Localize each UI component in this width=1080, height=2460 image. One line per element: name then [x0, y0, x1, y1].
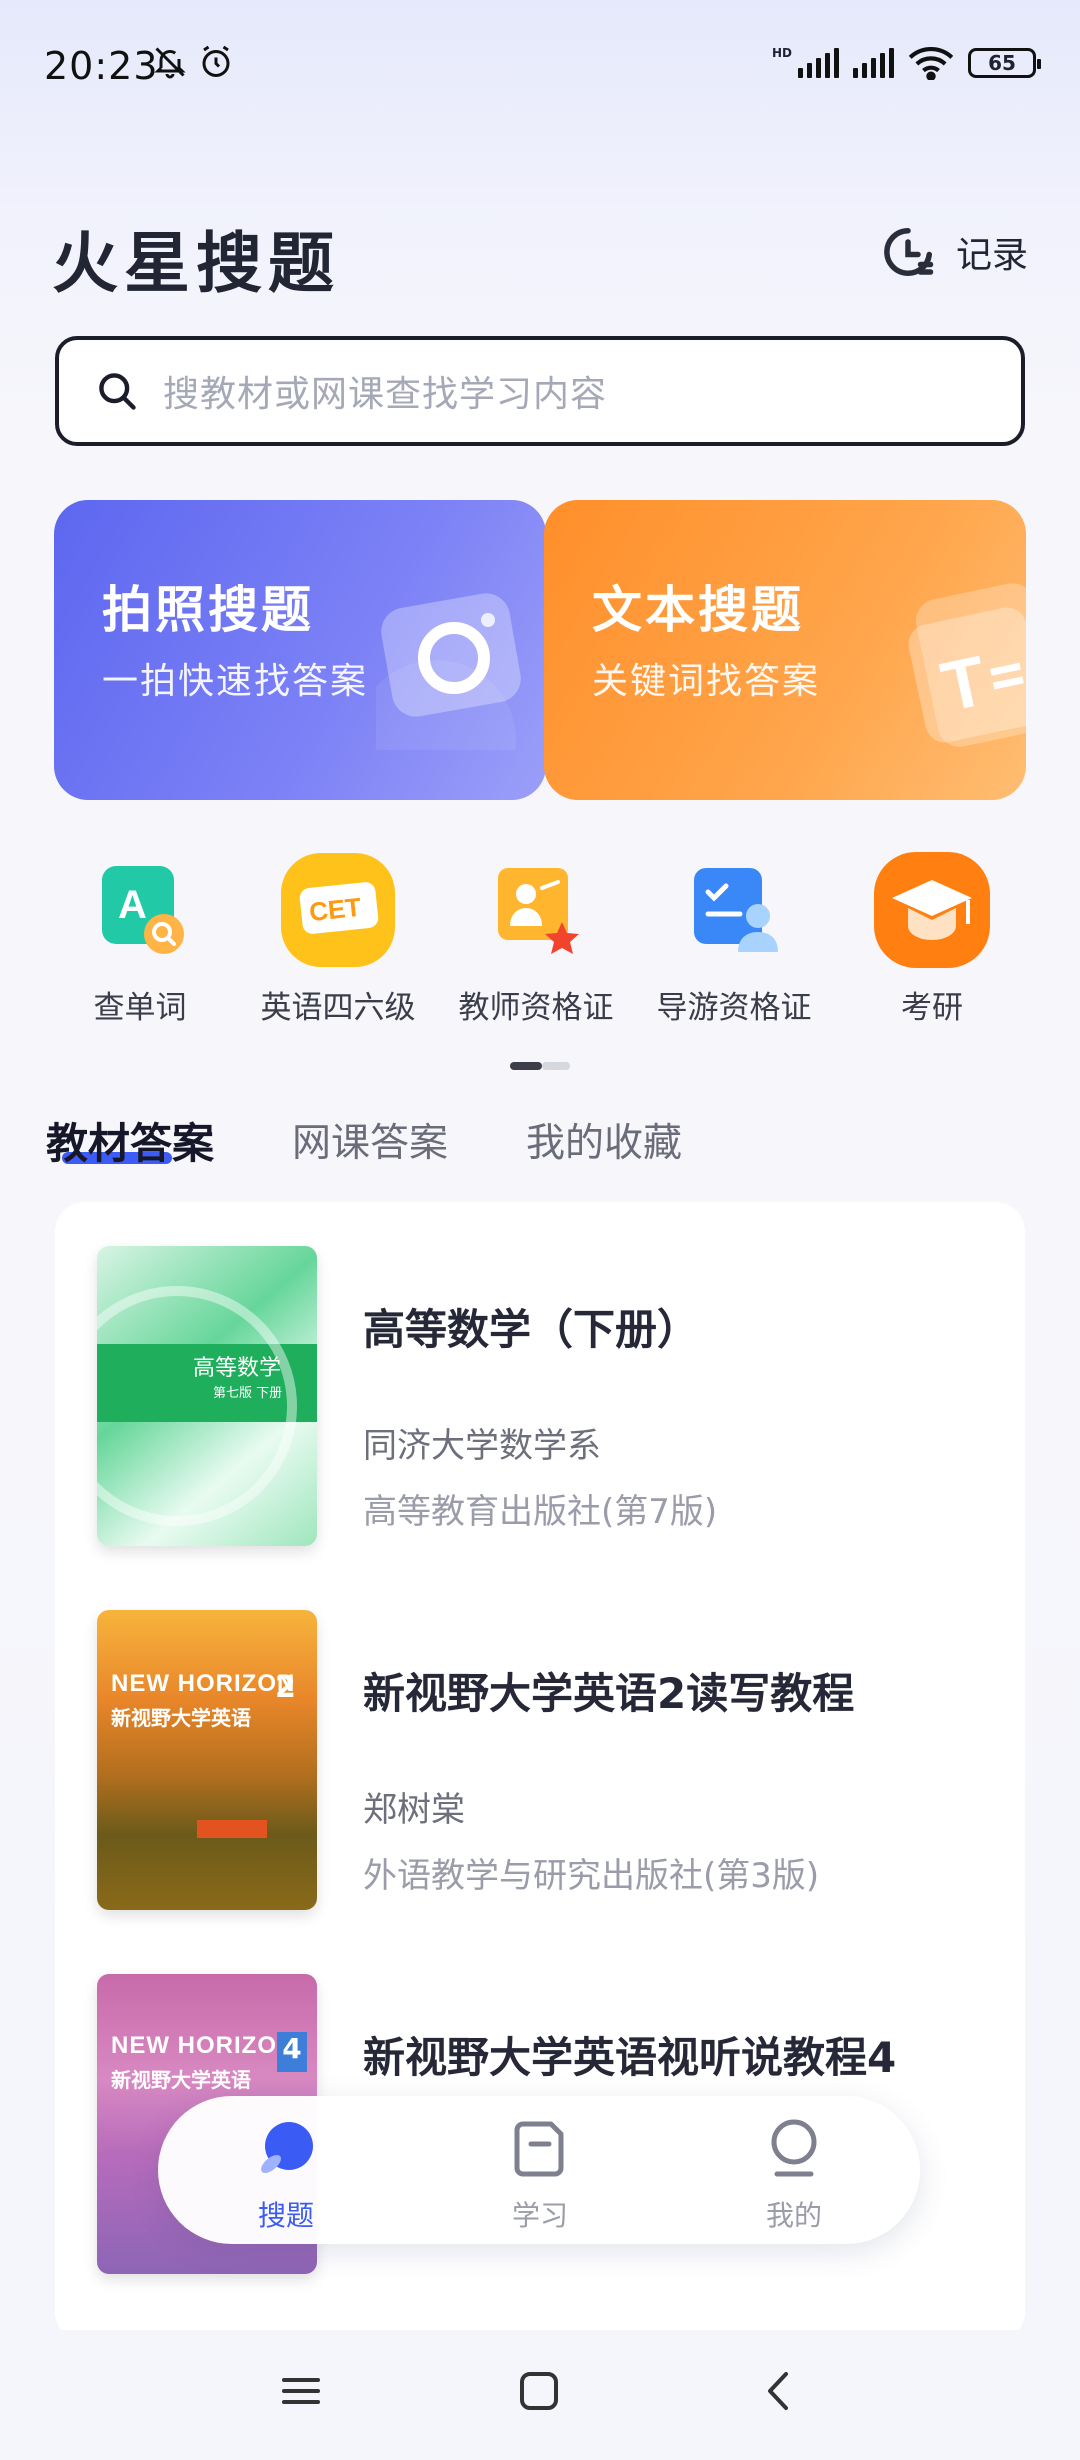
tab-label: 教材答案	[46, 1119, 215, 1168]
home-icon[interactable]	[514, 2366, 564, 2416]
cover-subtitle: 第七版 下册	[213, 1386, 283, 1401]
history-label: 记录	[955, 235, 1028, 276]
tab-label: 我的收藏	[526, 1121, 683, 1166]
pager-dot	[542, 1062, 570, 1070]
book-title: 高等数学（下册）	[363, 1305, 700, 1354]
search-icon	[99, 373, 136, 410]
bottom-tab-bar: 搜题 学习 我的	[158, 2096, 920, 2244]
signal-icon	[798, 48, 839, 78]
word-lookup-icon: A	[80, 850, 200, 970]
text-search-card[interactable]: 文本搜题 关键词找答案 T	[544, 500, 1026, 800]
tab-label: 我的	[765, 2199, 822, 2232]
text-folder-icon: T	[908, 583, 1026, 747]
pager-dot-active	[510, 1062, 542, 1070]
photo-search-subtitle: 一拍快速找答案	[102, 661, 369, 702]
book-author: 同济大学数学系	[363, 1426, 601, 1466]
cet-badge-text: CET	[308, 892, 363, 927]
graduate-cap-icon	[872, 850, 992, 970]
battery-icon: 65	[968, 48, 1041, 78]
shortcut-tour-guide-cert[interactable]: 导游资格证	[634, 850, 834, 1027]
tab-search[interactable]: 搜题	[206, 2114, 366, 2234]
shortcut-teacher-cert[interactable]: 教师资格证	[436, 850, 636, 1027]
cover-title: 高等数学	[193, 1356, 282, 1381]
signal-icon-2	[853, 48, 894, 78]
tab-label: 搜题	[257, 2199, 314, 2232]
app-title: 火星搜题	[52, 225, 340, 302]
back-icon[interactable]	[754, 2366, 804, 2416]
clock-history-icon	[884, 228, 934, 276]
shortcut-word-lookup[interactable]: A 查单词	[40, 850, 240, 1027]
photo-search-card[interactable]: 拍照搜题 一拍快速找答案	[54, 500, 546, 800]
cover-subtitle: 新视野大学英语	[111, 1706, 251, 1730]
menu-icon[interactable]	[276, 2366, 326, 2416]
book-author: 郑树棠	[363, 1790, 465, 1830]
shortcut-label: 英语四六级	[260, 990, 416, 1026]
search-tab-icon	[261, 2122, 313, 2173]
cet-icon: CET	[278, 850, 398, 970]
cover-title: NEW HORIZON	[111, 2032, 296, 2059]
photo-search-title: 拍照搜题	[102, 581, 314, 639]
history-button[interactable]: 记录	[878, 222, 1028, 282]
book-publisher: 高等教育出版社(第7版)	[363, 1492, 718, 1532]
battery-level: 65	[988, 51, 1016, 75]
tab-study[interactable]: 学习	[460, 2114, 620, 2234]
search-input[interactable]: 搜教材或网课查找学习内容	[55, 336, 1025, 446]
book-cover: NEW HORIZON 新视野大学英语 2	[97, 1610, 317, 1910]
book-title: 新视野大学英语视听说教程4	[363, 2033, 897, 2082]
tab-profile[interactable]: 我的	[714, 2114, 874, 2234]
cover-title: NEW HORIZON	[111, 1670, 296, 1697]
book-title: 新视野大学英语2读写教程	[363, 1669, 855, 1718]
shortcut-label: 导游资格证	[656, 990, 812, 1026]
status-bar: 20:23 HD 65	[0, 0, 1080, 130]
text-search-subtitle: 关键词找答案	[592, 661, 821, 702]
book-publisher: 外语教学与研究出版社(第3版)	[363, 1856, 820, 1896]
shortcut-label: 教师资格证	[458, 990, 614, 1026]
shortcut-graduate[interactable]: 考研	[832, 850, 1032, 1027]
profile-tab-icon	[771, 2119, 817, 2177]
shortcut-grid: A 查单词 CET 英语四六级 教师资格证 导游资格证 考研	[40, 850, 1060, 1030]
camera-icon	[376, 593, 521, 750]
wifi-icon	[908, 47, 954, 80]
tab-course-answers[interactable]: 网课答案	[292, 1110, 448, 1171]
tab-favorites[interactable]: 我的收藏	[526, 1110, 682, 1171]
cover-subtitle: 新视野大学英语	[111, 2068, 251, 2092]
shortcut-label: 查单词	[93, 990, 187, 1026]
tour-guide-cert-icon	[674, 850, 794, 970]
study-tab-icon	[514, 2121, 564, 2177]
tab-label: 网课答案	[292, 1121, 449, 1166]
alarm-icon	[202, 45, 230, 77]
shortcut-pager	[510, 1062, 570, 1070]
system-nav-bar	[0, 2330, 1080, 2460]
book-cover: 高等数学 第七版 下册	[97, 1246, 317, 1546]
status-left-icons	[152, 44, 234, 80]
tab-label: 学习	[511, 2199, 568, 2232]
content-tabs: 教材答案 网课答案 我的收藏	[46, 1110, 760, 1171]
shortcut-label: 考研	[901, 990, 963, 1026]
search-placeholder: 搜教材或网课查找学习内容	[163, 374, 608, 415]
list-item[interactable]: NEW HORIZON 新视野大学英语 2 新视野大学英语2读写教程 郑树棠 外…	[97, 1610, 997, 1930]
status-time: 20:23	[44, 44, 159, 88]
bell-off-icon	[154, 47, 186, 79]
text-search-title: 文本搜题	[592, 581, 804, 639]
svg-text:A: A	[118, 883, 147, 927]
status-right-icons: HD 65	[771, 46, 1041, 80]
list-item[interactable]: 高等数学 第七版 下册 高等数学（下册） 同济大学数学系 高等教育出版社(第7版…	[97, 1246, 997, 1566]
hd-indicator: HD	[771, 46, 792, 60]
teacher-cert-icon	[476, 850, 596, 970]
tab-textbook-answers[interactable]: 教材答案	[46, 1110, 214, 1171]
shortcut-cet[interactable]: CET 英语四六级	[238, 850, 438, 1027]
